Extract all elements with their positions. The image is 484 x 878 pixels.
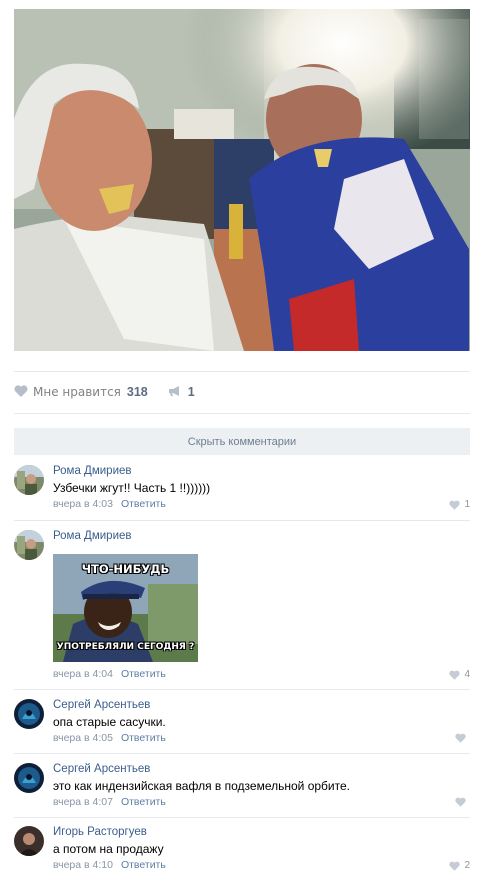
share-count: 1 [187,385,195,399]
comment-time[interactable]: вчера в 4:04 [53,668,113,680]
comment-time[interactable]: вчера в 4:10 [53,859,113,871]
comment-item: Рома Дмириев ЧТО-НИБУДЬ УПОТРЕБЛЯЛИ СЕГО… [14,530,470,690]
comment-meta: вчера в 4:07 Ответить [53,796,166,808]
comment-like-count: 4 [464,669,470,680]
post-photo-image [14,9,470,351]
comment-author[interactable]: Сергей Арсентьев [53,763,150,775]
comment-text: а потом на продажу [53,842,164,856]
avatar[interactable] [14,699,44,729]
avatar[interactable] [14,530,44,560]
comment-item: Рома Дмириев Узбечки жгут!! Часть 1 !!))… [14,465,470,521]
reply-button[interactable]: Ответить [121,668,166,680]
megaphone-icon[interactable] [168,385,182,400]
meme-bottom-caption: УПОТРЕБЛЯЛИ СЕГОДНЯ ? [56,642,195,652]
comment-item: Игорь Расторгуев а потом на продажу вчер… [14,826,470,876]
comment-meta: вчера в 4:10 Ответить [53,859,166,871]
divider [14,753,470,754]
avatar[interactable] [14,465,44,495]
comment-meta: вчера в 4:03 Ответить [53,498,166,510]
comment-like-button[interactable] [455,797,470,807]
reply-button[interactable]: Ответить [121,859,166,871]
meme-image[interactable]: ЧТО-НИБУДЬ УПОТРЕБЛЯЛИ СЕГОДНЯ ? [53,554,198,662]
reply-button[interactable]: Ответить [121,796,166,808]
post-photo[interactable] [14,9,470,351]
divider [14,371,470,372]
comment-like-button[interactable]: 2 [449,860,470,871]
divider [14,689,470,690]
heart-icon[interactable] [14,384,28,400]
like-label[interactable]: Мне нравится [33,385,121,399]
comment-item: Сергей Арсентьев опа старые сасучки. вче… [14,699,470,754]
divider [14,817,470,818]
like-count: 318 [126,385,148,399]
comment-like-button[interactable]: 4 [449,669,470,680]
heart-icon [449,500,461,510]
divider [14,520,470,521]
comment-like-button[interactable] [455,733,470,743]
comment-item: Сергей Арсентьев это как индензийская ва… [14,763,470,818]
comment-time[interactable]: вчера в 4:03 [53,498,113,510]
avatar[interactable] [14,826,44,856]
avatar[interactable] [14,763,44,793]
comment-like-count: 2 [464,860,470,871]
comment-author[interactable]: Рома Дмириев [53,465,132,477]
comment-like-button[interactable]: 1 [449,499,470,510]
comment-like-count: 1 [464,499,470,510]
reply-button[interactable]: Ответить [121,498,166,510]
comment-author[interactable]: Рома Дмириев [53,530,132,542]
heart-icon [455,733,466,743]
comment-text: опа старые сасучки. [53,715,166,729]
comment-meta: вчера в 4:04 Ответить [53,668,166,680]
comment-meta: вчера в 4:05 Ответить [53,732,166,744]
comment-text: Узбечки жгут!! Часть 1 !!)))))) [53,481,211,495]
reply-button[interactable]: Ответить [121,732,166,744]
divider [14,413,470,414]
meme-top-caption: ЧТО-НИБУДЬ [81,562,170,576]
comment-author[interactable]: Игорь Расторгуев [53,826,147,838]
comment-time[interactable]: вчера в 4:07 [53,796,113,808]
hide-comments-button[interactable]: Скрыть комментарии [14,428,470,455]
comment-author[interactable]: Сергей Арсентьев [53,699,150,711]
like-bar: Мне нравится 318 1 [14,383,195,401]
comment-text: это как индензийская вафля в подземельно… [53,779,350,793]
comment-time[interactable]: вчера в 4:05 [53,732,113,744]
heart-icon [449,861,461,871]
heart-icon [455,797,466,807]
heart-icon [449,670,461,680]
